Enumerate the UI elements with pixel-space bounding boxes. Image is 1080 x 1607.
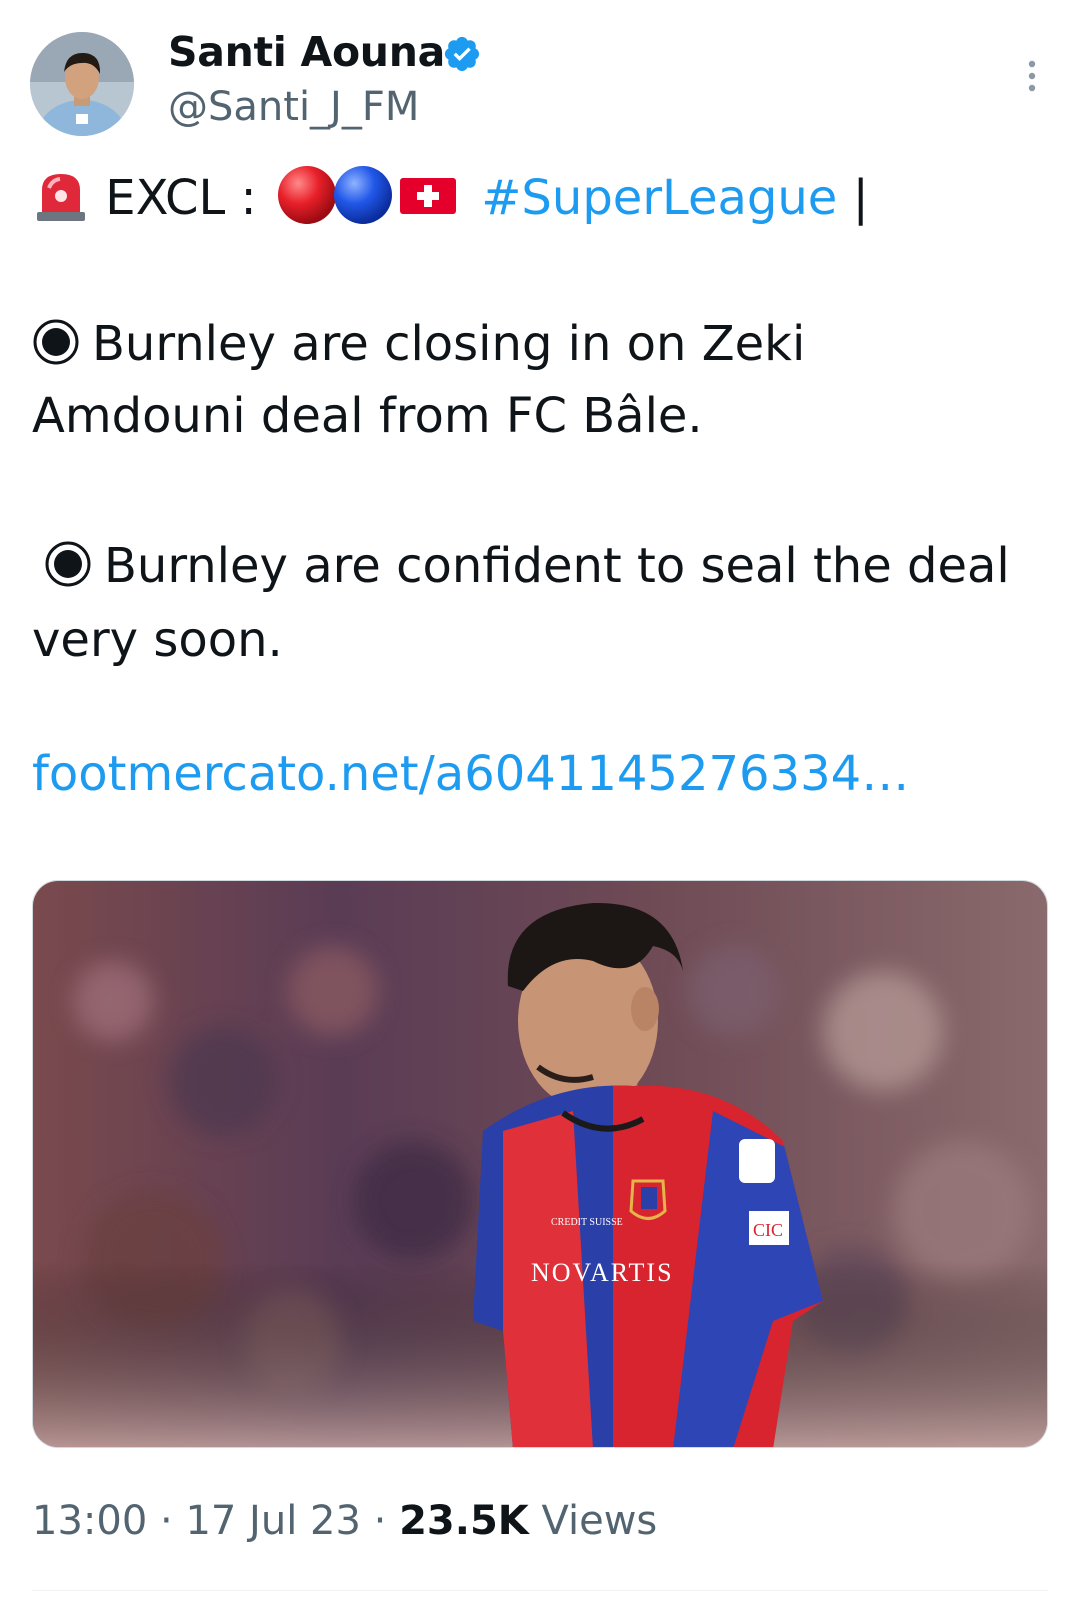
divider (32, 1590, 1048, 1591)
author-display-name[interactable]: Santi Aouna (168, 28, 445, 76)
bullet-1-text: Burnley are closing in on Zeki (92, 316, 806, 372)
swiss-flag-emoji (399, 178, 456, 214)
radio-bullet-icon (33, 319, 79, 365)
author-handle[interactable]: @Santi_J_FM (168, 84, 419, 130)
meta-separator: · (160, 1498, 173, 1544)
tweet-media-image[interactable]: NOVARTIS CREDIT SUISSE CIC (32, 880, 1048, 1448)
bullet-2-text: Burnley are confident to seal the deal (104, 538, 1010, 594)
excl-label: EXCL : (105, 170, 257, 226)
tweet-detail: Santi Aouna @Santi_J_FM EXCL : #SuperLea… (0, 0, 1080, 1607)
radio-bullet-icon (45, 541, 91, 587)
bullet-1-line-1: Burnley are closing in on Zeki (32, 314, 805, 374)
views-count: 23.5K (399, 1498, 529, 1544)
sleeve-sponsor-text: CIC (753, 1220, 783, 1240)
tweet-meta: 13:00 · 17 Jul 23 · 23.5K Views (32, 1498, 657, 1544)
bullet-2-line-1: Burnley are confident to seal the deal (44, 536, 1010, 596)
jersey-sponsor-text: NOVARTIS (531, 1258, 674, 1287)
author-avatar[interactable] (30, 32, 134, 136)
hashtag-link[interactable]: #SuperLeague (481, 170, 837, 226)
bullet-1-line-2: Amdouni deal from FC Bâle. (32, 388, 703, 444)
tweet-line-1: EXCL : #SuperLeague | (32, 164, 869, 228)
bullet-2-line-2: very soon. (32, 612, 283, 668)
article-link[interactable]: footmercato.net/a6041145276334… (32, 744, 909, 804)
meta-separator: · (373, 1498, 387, 1544)
siren-emoji (37, 174, 85, 221)
separator-text: | (852, 170, 869, 226)
jersey-sponsor-2-text: CREDIT SUISSE (551, 1217, 623, 1228)
blue-circle-emoji (333, 166, 392, 224)
tweet-time[interactable]: 13:00 (32, 1498, 147, 1544)
tweet-date[interactable]: 17 Jul 23 (185, 1498, 361, 1544)
verified-badge-icon (444, 36, 480, 72)
more-options-icon[interactable] (1024, 58, 1040, 94)
views-label: Views (541, 1498, 658, 1544)
red-circle-emoji (277, 166, 336, 224)
